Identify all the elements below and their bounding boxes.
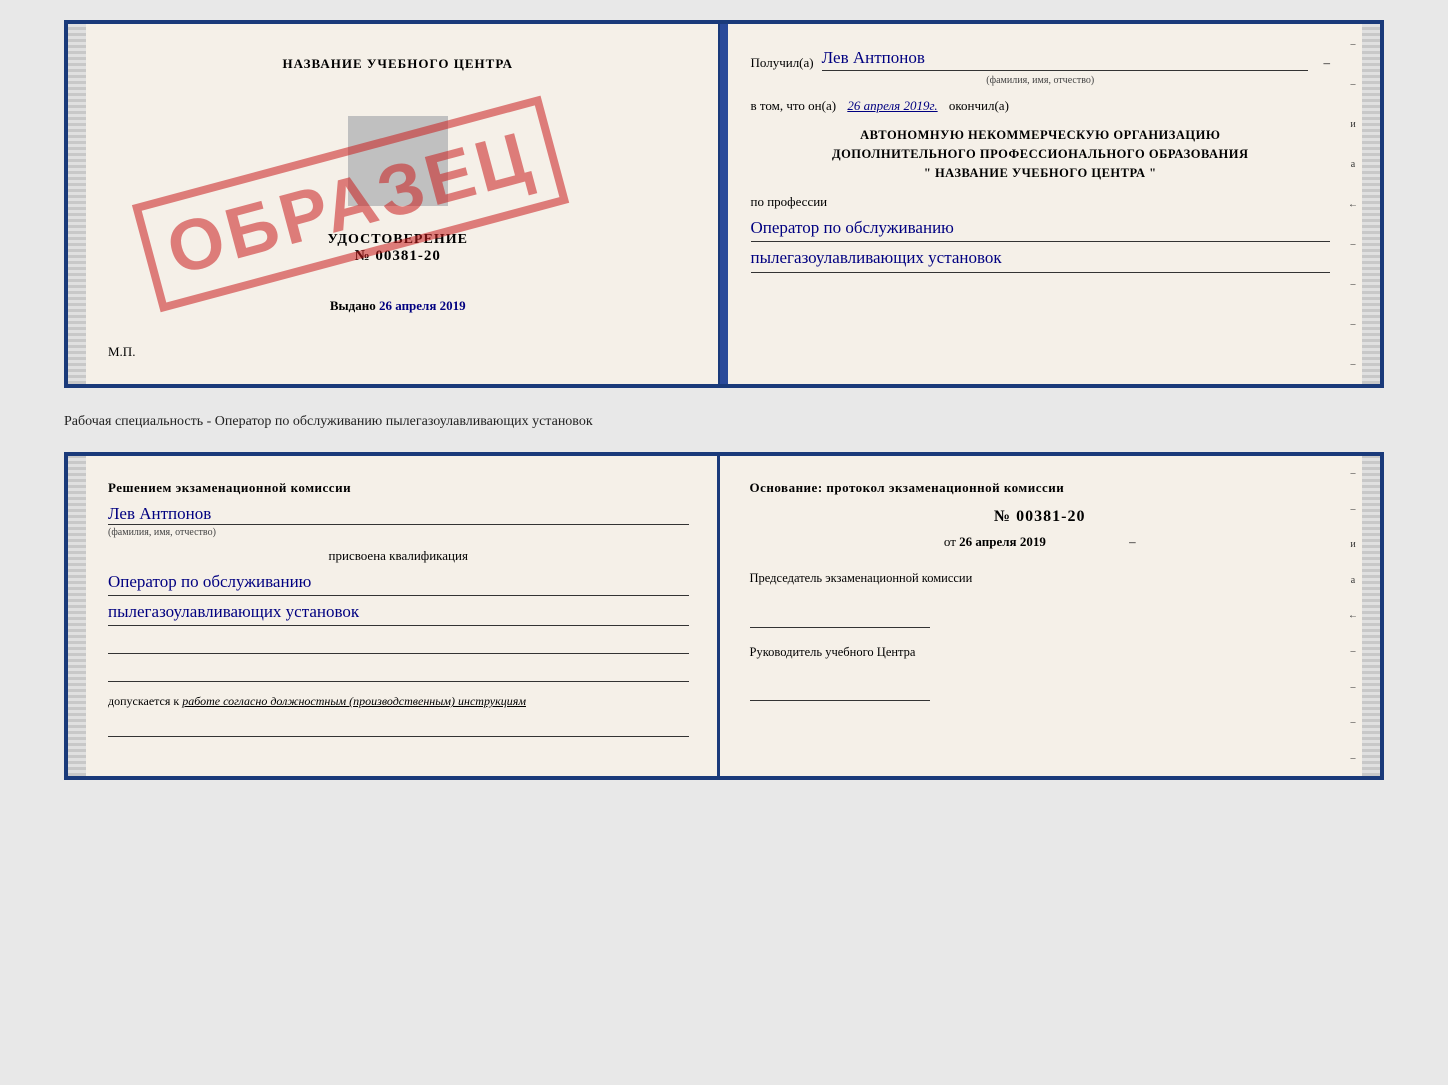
profession-label: по профессии <box>751 194 1331 210</box>
protocol-date-value: 26 апреля 2019 <box>959 534 1046 549</box>
bottom-right-edge-text: – – и а ← – – – – <box>1348 456 1358 776</box>
document-container: НАЗВАНИЕ УЧЕБНОГО ЦЕНТРА УДОСТОВЕРЕНИЕ №… <box>64 20 1384 780</box>
cert-number: № 00381-20 <box>328 248 468 265</box>
director-label: Руководитель учебного Центра <box>750 644 1331 662</box>
issued-date-block: Выдано 26 апреля 2019 <box>330 298 466 314</box>
cert-right-page: Получил(а) Лев Антпонов – (фамилия, имя,… <box>721 24 1381 384</box>
profession-line1: Оператор по обслуживанию <box>751 214 1331 242</box>
qualification-line1: Оператор по обслуживанию <box>108 568 689 596</box>
chairman-label: Председатель экзаменационной комиссии <box>750 570 1331 588</box>
chairman-signature-line <box>750 612 930 628</box>
protocol-date: от 26 апреля 2019 – <box>750 534 1331 550</box>
separator-text: Рабочая специальность - Оператор по обсл… <box>64 404 1384 436</box>
chairman-block: Председатель экзаменационной комиссии <box>750 570 1331 628</box>
org-line3: " НАЗВАНИЕ УЧЕБНОГО ЦЕНТРА " <box>751 164 1331 183</box>
school-name-top: НАЗВАНИЕ УЧЕБНОГО ЦЕНТРА <box>282 56 513 72</box>
fio-hint-bottom: (фамилия, имя, отчество) <box>108 527 689 538</box>
qualification-line2: пылегазоулавливающих установок <box>108 598 689 626</box>
cert-label: УДОСТОВЕРЕНИЕ <box>328 232 468 248</box>
mp-text: М.П. <box>108 344 135 360</box>
commission-person-name: Лев Антпонов <box>108 504 689 525</box>
protocol-number: № 00381-20 <box>750 508 1331 526</box>
org-line1: АВТОНОМНУЮ НЕКОММЕРЧЕСКУЮ ОРГАНИЗАЦИЮ <box>751 126 1331 145</box>
cert-left-page: НАЗВАНИЕ УЧЕБНОГО ЦЕНТРА УДОСТОВЕРЕНИЕ №… <box>68 24 721 384</box>
cert-id-block: УДОСТОВЕРЕНИЕ № 00381-20 <box>328 232 468 265</box>
date-value: 26 апреля 2019г. <box>847 98 937 113</box>
org-block: АВТОНОМНУЮ НЕКОММЕРЧЕСКУЮ ОРГАНИЗАЦИЮ ДО… <box>751 126 1331 182</box>
date-prefix: в том, что он(а) <box>751 98 837 113</box>
completed-label: окончил(а) <box>949 98 1009 113</box>
dash-right1: – <box>1129 534 1136 549</box>
commission-intro: Решением экзаменационной комиссии <box>108 480 689 496</box>
protocol-date-prefix: от <box>944 534 956 549</box>
dash1: – <box>1324 55 1331 71</box>
director-block: Руководитель учебного Центра <box>750 644 1331 702</box>
photo-placeholder <box>348 116 448 206</box>
recipient-line: Получил(а) Лев Антпонов – <box>751 48 1331 71</box>
right-edge-text: – – и а ← – – – – <box>1348 24 1358 384</box>
recipient-name: Лев Антпонов <box>822 48 1308 71</box>
fio-hint-top: (фамилия, имя, отчество) <box>751 75 1331 86</box>
issued-label: Выдано <box>330 298 376 313</box>
top-certificate-book: НАЗВАНИЕ УЧЕБНОГО ЦЕНТРА УДОСТОВЕРЕНИЕ №… <box>64 20 1384 388</box>
bottom-right-outer-strip <box>1362 456 1380 776</box>
qualification-label: присвоена квалификация <box>108 548 689 564</box>
admission-label: допускается к <box>108 694 179 708</box>
right-outer-strip <box>1362 24 1380 384</box>
received-label: Получил(а) <box>751 55 814 71</box>
director-signature-line <box>750 685 930 701</box>
blank-line-1 <box>108 636 689 654</box>
blank-line-2 <box>108 664 689 682</box>
bottom-certificate-book: Решением экзаменационной комиссии Лев Ан… <box>64 452 1384 780</box>
basis-text: Основание: протокол экзаменационной коми… <box>750 480 1331 496</box>
org-line2: ДОПОЛНИТЕЛЬНОГО ПРОФЕССИОНАЛЬНОГО ОБРАЗО… <box>751 145 1331 164</box>
bottom-left-page: Решением экзаменационной комиссии Лев Ан… <box>68 456 720 776</box>
admission-value: работе согласно должностным (производств… <box>182 694 526 708</box>
blank-line-3 <box>108 719 689 737</box>
admission-block: допускается к работе согласно должностны… <box>108 694 689 709</box>
date-line: в том, что он(а) 26 апреля 2019г. окончи… <box>751 98 1331 114</box>
issued-date-value: 26 апреля 2019 <box>379 298 466 313</box>
bottom-right-page: Основание: протокол экзаменационной коми… <box>720 456 1381 776</box>
profession-line2: пылегазоулавливающих установок <box>751 244 1331 272</box>
